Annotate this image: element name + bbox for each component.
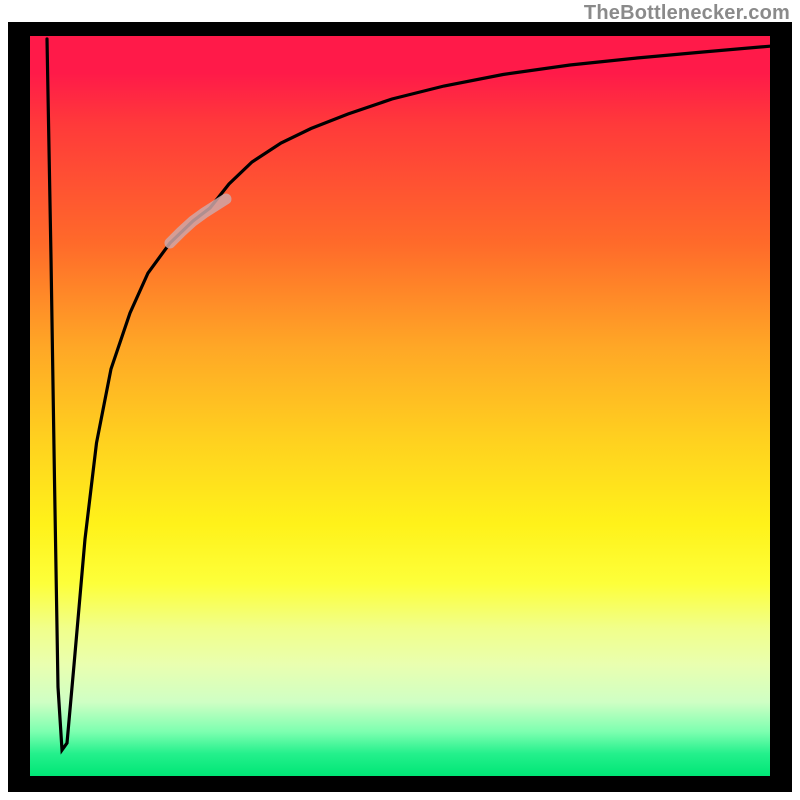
highlight-segment	[170, 199, 226, 243]
plot-border	[8, 22, 792, 792]
curve-layer	[30, 36, 770, 776]
chart-frame: TheBottlenecker.com	[0, 0, 800, 800]
plot-area	[30, 36, 770, 776]
main-curve	[47, 39, 770, 750]
